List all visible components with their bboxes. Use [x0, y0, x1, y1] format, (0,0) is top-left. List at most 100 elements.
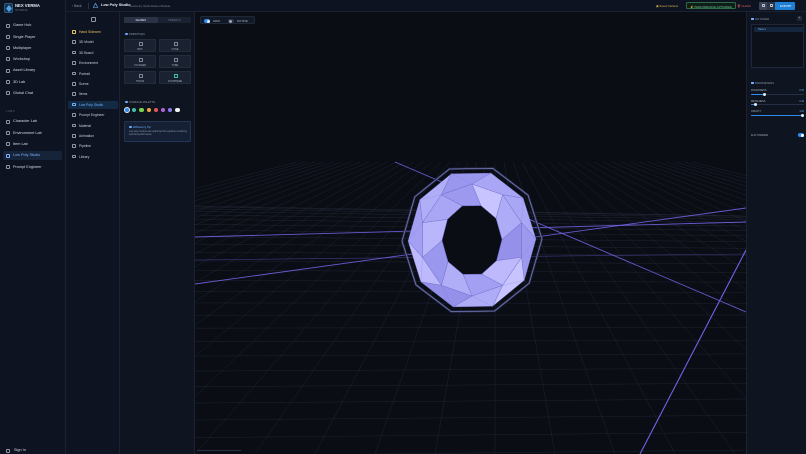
tab-presets[interactable]: PRESETS	[158, 17, 192, 23]
module-item-label: 3D Model	[79, 40, 94, 45]
clear-button[interactable]: 🗑 CLEAR	[734, 2, 754, 9]
library-icon	[6, 68, 10, 73]
chat-icon	[6, 91, 10, 96]
color-swatch[interactable]	[175, 108, 180, 113]
module-item-3d-board[interactable]: 3D Board	[68, 49, 118, 57]
flat-shading-toggle[interactable]: FLAT SHADING	[751, 133, 804, 138]
3d-viewport[interactable]: GRID ROTATE	[195, 12, 746, 454]
redo-icon	[769, 4, 773, 7]
module-item-3d-model[interactable]: 3D Model	[68, 38, 118, 46]
module-icon	[72, 92, 76, 96]
sign-in-button[interactable]: Sign In	[3, 447, 62, 454]
tool-panel: SHAPES PRESETS PRIMITIVES BOX CONE CYLINDE…	[120, 12, 195, 454]
color-swatch[interactable]	[153, 108, 158, 113]
add-object-button[interactable]: +	[797, 16, 802, 21]
primitive-cone-button[interactable]: CONE	[159, 39, 191, 52]
module-item-prompt-engineer[interactable]: Prompt Engineer	[68, 111, 118, 119]
lab-item-prompt-engineer[interactable]: Prompt Engineer	[3, 163, 62, 172]
module-item-scene[interactable]: Scene	[68, 80, 118, 88]
outliner-header: OUTLINER	[751, 17, 769, 21]
primitive-box-button[interactable]: BOX	[124, 39, 156, 52]
lab-item-item-lab[interactable]: Item Lab	[3, 140, 62, 149]
users-icon	[6, 46, 10, 51]
saved-variants-button[interactable]: ▣ Saved Variants	[653, 2, 681, 9]
lab-item-character-lab[interactable]: Character Lab	[3, 117, 62, 126]
back-button[interactable]: ‹ Back	[72, 4, 82, 8]
nav-item-game-hub[interactable]: Game Hub	[3, 21, 62, 30]
color-swatch[interactable]	[168, 108, 173, 113]
module-item-low-poly-studio[interactable]: Low Poly Studio	[68, 100, 118, 109]
module-item-label: Library	[79, 154, 90, 159]
primitive-cylinder-button[interactable]: CYLINDER	[124, 55, 156, 68]
undo-button[interactable]	[759, 1, 767, 10]
slider-track[interactable]	[751, 103, 804, 106]
primitive-cylinder-icon	[139, 58, 143, 62]
performance-label: PERFORMANCE OPTIMIZED	[694, 5, 733, 9]
slider-track[interactable]	[751, 92, 804, 96]
polygon-icon	[93, 3, 98, 8]
app-sidebar: NEX VERMA STUDIOS Game Hub Single Player M…	[0, 0, 66, 454]
viewport-scrollbar[interactable]	[197, 450, 241, 451]
polygon-icon	[6, 153, 10, 158]
tab-shapes[interactable]: SHAPES	[124, 17, 158, 23]
outliner-list: Torus 1	[751, 24, 804, 68]
module-item-pipeline[interactable]: Pipeline	[68, 142, 118, 150]
module-item-material[interactable]: Material	[68, 122, 118, 130]
color-swatch[interactable]	[123, 106, 131, 114]
export-button[interactable]: EXPORT	[775, 1, 795, 10]
tip-body: Low poly meshes are optimized for real-t…	[129, 130, 187, 137]
rotate-toggle-label: ROTATE	[237, 19, 248, 24]
module-item-label: Scene	[79, 82, 89, 86]
slider-handle[interactable]	[753, 103, 757, 106]
brand[interactable]: NEX VERMA STUDIOS	[4, 3, 64, 13]
color-swatch[interactable]	[161, 108, 166, 113]
grid-menu-icon[interactable]	[91, 17, 96, 22]
color-swatch[interactable]	[139, 108, 144, 113]
module-item-portrait[interactable]: Portrait	[68, 70, 118, 78]
lab-item-label: Prompt Engineer	[13, 164, 42, 169]
module-item-hand-sidearm[interactable]: Hand Sidearm	[68, 28, 118, 36]
module-item-animation[interactable]: Animation	[68, 132, 118, 140]
nav-item-asset-library[interactable]: Asset Library	[3, 66, 62, 75]
lab-item-environment-lab[interactable]: Environment Lab	[3, 128, 62, 137]
nav-item-global-chat[interactable]: Global Chat	[3, 89, 62, 98]
module-item-library[interactable]: Library	[68, 153, 118, 161]
nav-item-multiplayer[interactable]: Multiplayer	[3, 44, 62, 53]
brand-subtitle: STUDIOS	[15, 8, 28, 12]
slider-handle[interactable]	[801, 113, 804, 117]
view-toggles: GRID ROTATE	[200, 16, 255, 24]
module-item-label: Environment	[79, 61, 99, 66]
mountain-icon	[6, 130, 10, 135]
color-palette	[123, 106, 191, 114]
param-metalness-slider[interactable]: METALNESS 0.10	[751, 100, 804, 108]
lab-item-low-poly-studio[interactable]: Low Poly Studio	[3, 151, 62, 161]
primitive-icosphere-button[interactable]: ICOSPHERE	[159, 71, 191, 84]
nav-item-single-player[interactable]: Single Player	[3, 32, 62, 41]
nav-item-label: Workshop	[13, 57, 31, 62]
module-icon	[72, 154, 76, 159]
color-swatch[interactable]	[146, 108, 151, 113]
param-opacity-slider[interactable]: OPACITY 1.00	[751, 110, 804, 118]
module-item-environment[interactable]: Environment	[68, 59, 118, 67]
color-swatch[interactable]	[132, 108, 137, 113]
param-roughness-slider[interactable]: ROUGHNESS 0.70	[751, 89, 804, 97]
scene-canvas[interactable]	[195, 12, 746, 454]
primitive-torus-button[interactable]: TORUS	[124, 71, 156, 84]
nav-item-3d-lab[interactable]: 3D Lab	[3, 78, 62, 87]
nav-item-workshop[interactable]: Workshop	[3, 55, 62, 64]
module-item-items[interactable]: Items	[68, 90, 118, 98]
primitive-tube-button[interactable]: TUBE	[159, 55, 191, 68]
sign-in-label: Sign In	[14, 448, 26, 453]
slider-track[interactable]	[751, 113, 804, 117]
tool-tabs: SHAPES PRESETS	[124, 17, 191, 23]
slider-handle[interactable]	[762, 92, 766, 96]
module-icon	[72, 134, 76, 138]
redo-button[interactable]	[767, 1, 775, 10]
brand-logo-icon	[4, 3, 13, 13]
cube-icon	[6, 80, 10, 84]
outliner-item[interactable]: Torus 1	[754, 27, 803, 32]
primitive-box-icon	[139, 42, 143, 46]
module-icon	[72, 30, 76, 34]
torus-mesh[interactable]	[400, 167, 544, 313]
module-icon	[72, 50, 76, 55]
